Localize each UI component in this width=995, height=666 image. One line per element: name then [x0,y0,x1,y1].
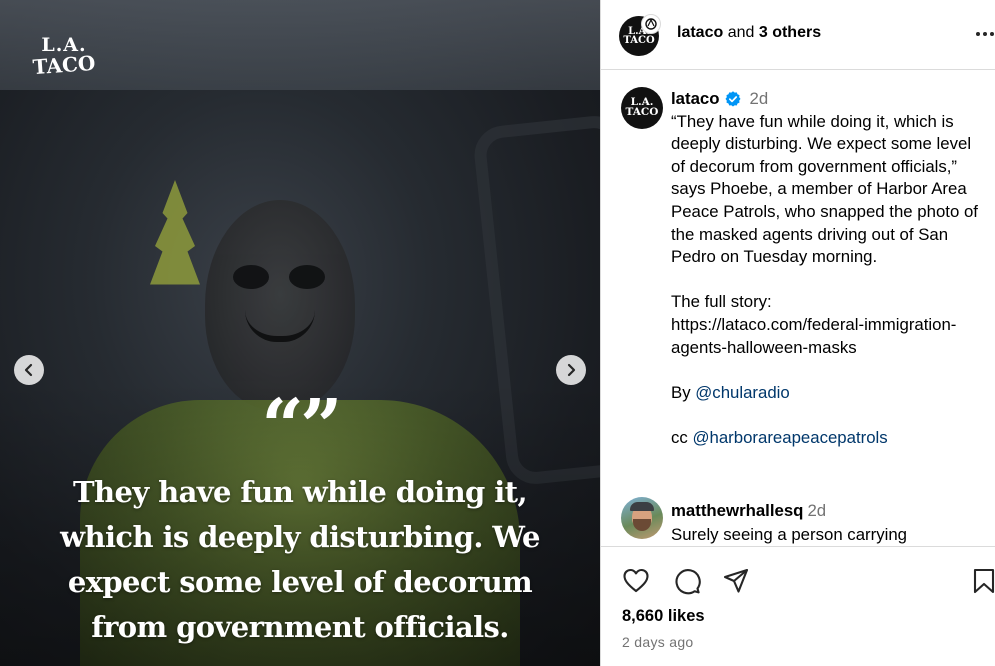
header-username[interactable]: lataco [677,24,723,41]
masked-face [205,200,355,410]
share-icon [723,568,749,593]
comment-icon [675,569,701,595]
more-icon [976,32,994,36]
like-button[interactable] [621,566,651,596]
post-caption-block: lataco 2d “They have fun while doing it,… [671,88,986,450]
comment-text: Surely seeing a person carrying [671,525,907,544]
caption-cc: cc @harborareapeacepatrols [671,427,986,450]
by-prefix: By [671,382,691,402]
by-mention-link[interactable]: @chularadio [695,383,789,402]
caption-story-label: The full story: [671,292,772,312]
header-others[interactable]: 3 others [759,24,821,41]
post-meta: lataco 2d [671,88,986,111]
post-sidebar: L.A. TACO lataco and 3 others L.A. TACO … [600,0,995,666]
heart-icon [623,568,649,593]
avatar-cap [630,502,654,511]
cc-prefix: cc [671,427,688,447]
likes-count[interactable]: 8,660 likes [622,607,705,626]
bookmark-icon [973,568,995,594]
mask-eye-left [233,265,269,289]
comment-avatar[interactable] [621,497,663,539]
collab-avatar[interactable] [641,14,661,34]
previous-slide-button[interactable] [14,355,44,385]
save-button[interactable] [969,566,995,596]
post-date[interactable]: 2 days ago [622,634,694,650]
chevron-right-icon [567,363,576,377]
caption-quote: “They have fun while doing it, which is … [671,111,978,267]
comments-section[interactable]: L.A. TACO lataco 2d “They have fun while… [601,71,995,547]
quote-mark: “” [261,384,342,470]
comment-button[interactable] [672,566,702,596]
post-caption: “They have fun while doing it, which is … [671,111,986,450]
chevron-left-icon [24,363,33,377]
header-connector: and [727,24,755,41]
post-avatar[interactable]: L.A. TACO [621,87,663,129]
post-header: L.A. TACO lataco and 3 others [601,0,995,70]
caption-byline: By @chularadio [671,382,986,405]
post-avatar-logo: L.A. TACO [625,97,659,118]
post-avatar-line2: TACO [625,106,659,118]
lataco-logo: L.A. TACO [28,36,100,80]
avatar-beard [633,519,651,531]
mask-eye-right [289,265,325,289]
comment-username[interactable]: matthewrhallesq [671,501,803,520]
post-time[interactable]: 2d [750,88,769,111]
post-username[interactable]: lataco [671,88,720,111]
caption-story-url: https://lataco.com/federal-immigration-a… [671,314,957,357]
comment-time[interactable]: 2d [807,501,826,520]
verified-icon [724,91,741,107]
cc-mention-link[interactable]: @harborareapeacepatrols [692,428,887,447]
avatar-logo-line2: TACO [623,35,655,46]
logo-line2: TACO [31,50,97,80]
quote-text: They have fun while doing it, which is d… [60,475,540,644]
header-usernames: lataco and 3 others [677,24,821,42]
next-slide-button[interactable] [556,355,586,385]
collab-icon [645,18,657,30]
share-button[interactable] [721,566,751,596]
action-bar [601,560,995,602]
air-freshener-tree [150,180,200,285]
post-media: L.A. TACO “” They have fun while doing i… [0,0,600,666]
more-options-button[interactable] [973,24,995,44]
comment-body: matthewrhallesq 2d Surely seeing a person… [671,499,986,546]
